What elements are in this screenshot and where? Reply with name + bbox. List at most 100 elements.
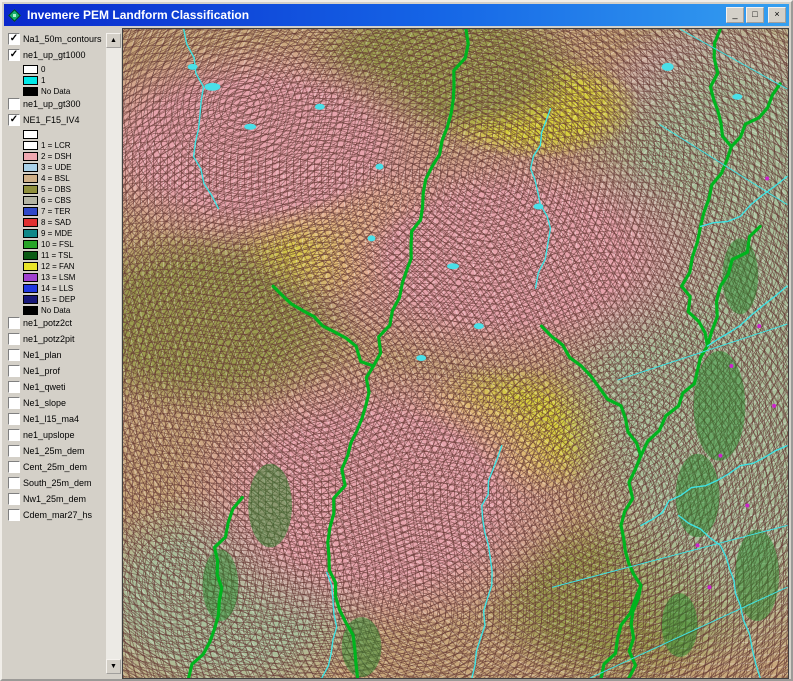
layer-checkbox[interactable]: ✓	[8, 49, 20, 61]
legend-swatch	[23, 76, 38, 85]
layer-checkbox[interactable]	[8, 333, 20, 345]
legend-swatch	[23, 207, 38, 216]
layer-item-Cdem_mar27_hs[interactable]: Cdem_mar27_hs	[8, 509, 105, 521]
legend-swatch	[23, 284, 38, 293]
legend-item: 11 = TSL	[23, 251, 105, 260]
legend-label: 1	[41, 76, 46, 85]
legend-swatch	[23, 87, 38, 96]
scroll-up-button[interactable]: ▲	[106, 33, 121, 48]
layer-checkbox[interactable]	[8, 317, 20, 329]
layer-label: ne1_up_gt1000	[23, 50, 86, 60]
layer-item-Ne1_l15_ma4[interactable]: Ne1_l15_ma4	[8, 413, 105, 425]
legend-item: 10 = FSL	[23, 240, 105, 249]
legend-swatch	[23, 306, 38, 315]
main-content: ✓ Na1_50m_contours ✓ ne1_up_gt1000 0 1 No Data…	[4, 28, 789, 679]
legend-label: 11 = TSL	[41, 251, 73, 260]
layer-checkbox[interactable]	[8, 509, 20, 521]
legend-label: 15 = DEP	[41, 295, 76, 304]
layer-item-Ne1_25m_dem[interactable]: Ne1_25m_dem	[8, 445, 105, 457]
layer-item-ne1_potz2pit[interactable]: ne1_potz2pit	[8, 333, 105, 345]
layer-checkbox[interactable]	[8, 477, 20, 489]
layer-checkbox[interactable]	[8, 461, 20, 473]
legend-label: 9 = MDE	[41, 229, 73, 238]
layer-checkbox[interactable]: ✓	[8, 114, 20, 126]
layer-label: Na1_50m_contours	[23, 34, 102, 44]
legend-swatch	[23, 218, 38, 227]
legend-label: 5 = DBS	[41, 185, 72, 194]
layers-panel: ✓ Na1_50m_contours ✓ ne1_up_gt1000 0 1 No Data…	[4, 28, 122, 679]
layer-item-ne1_upslope[interactable]: ne1_upslope	[8, 429, 105, 441]
layer-item-ne1_potz2ct[interactable]: ne1_potz2ct	[8, 317, 105, 329]
legend-swatch	[23, 130, 38, 139]
layer-label: NE1_F15_IV4	[23, 115, 80, 125]
window-title: Invemere PEM Landform Classification	[27, 8, 250, 22]
legend-item: 12 = FAN	[23, 262, 105, 271]
legend-item: 7 = TER	[23, 207, 105, 216]
layer-item-NE1_F15_IV4[interactable]: ✓ NE1_F15_IV4	[8, 114, 105, 126]
legend-label: 10 = FSL	[41, 240, 74, 249]
layer-list: ✓ Na1_50m_contours ✓ ne1_up_gt1000 0 1 No Data…	[8, 33, 105, 525]
legend-label: 12 = FAN	[41, 262, 75, 271]
app-icon[interactable]	[7, 8, 22, 23]
layer-label: Ne1_prof	[23, 366, 61, 376]
layer-item-Cent_25m_dem[interactable]: Cent_25m_dem	[8, 461, 105, 473]
layer-checkbox[interactable]	[8, 381, 20, 393]
layer-label: South_25m_dem	[23, 478, 92, 488]
legend-swatch	[23, 163, 38, 172]
layer-checkbox[interactable]	[8, 98, 20, 110]
legend-swatch	[23, 240, 38, 249]
legend-swatch	[23, 141, 38, 150]
layer-item-Na1_50m_contours[interactable]: ✓ Na1_50m_contours	[8, 33, 105, 45]
layer-item-Nw1_25m_dem[interactable]: Nw1_25m_dem	[8, 493, 105, 505]
legend-label: 3 = UDE	[41, 163, 72, 172]
layer-item-Ne1_plan[interactable]: Ne1_plan	[8, 349, 105, 361]
legend-label: 4 = BSL	[41, 174, 70, 183]
layer-checkbox[interactable]	[8, 493, 20, 505]
layer-checkbox[interactable]	[8, 413, 20, 425]
layer-checkbox[interactable]	[8, 445, 20, 457]
layer-checkbox[interactable]	[8, 365, 20, 377]
legend-label: 0	[41, 65, 46, 74]
map-canvas[interactable]	[122, 28, 789, 679]
layer-item-ne1_up_gt1000[interactable]: ✓ ne1_up_gt1000	[8, 49, 105, 61]
legend-item: 1 = LCR	[23, 141, 105, 150]
legend-label: No Data	[41, 87, 71, 96]
layer-item-ne1_up_gt300[interactable]: ne1_up_gt300	[8, 98, 105, 110]
legend-item: 5 = DBS	[23, 185, 105, 194]
layer-item-Ne1_qweti[interactable]: Ne1_qweti	[8, 381, 105, 393]
layer-item-Ne1_slope[interactable]: Ne1_slope	[8, 397, 105, 409]
legend-swatch	[23, 295, 38, 304]
maximize-button[interactable]: □	[746, 7, 764, 23]
legend-item: 6 = CBS	[23, 196, 105, 205]
layer-label: Ne1_plan	[23, 350, 62, 360]
layer-item-Ne1_prof[interactable]: Ne1_prof	[8, 365, 105, 377]
layer-label: ne1_upslope	[23, 430, 75, 440]
layer-label: Ne1_25m_dem	[23, 446, 85, 456]
close-button[interactable]: ×	[768, 7, 786, 23]
minimize-button[interactable]: _	[726, 7, 744, 23]
legend-swatch	[23, 273, 38, 282]
legend-swatch	[23, 196, 38, 205]
toc-scrollbar[interactable]: ▲ ▼	[106, 33, 121, 674]
layer-checkbox[interactable]: ✓	[8, 33, 20, 45]
layer-checkbox[interactable]	[8, 397, 20, 409]
legend-item: No Data	[23, 306, 105, 315]
layer-label: ne1_potz2pit	[23, 334, 75, 344]
legend-item: No Data	[23, 87, 105, 96]
layer-label: Ne1_slope	[23, 398, 67, 408]
layer-label: ne1_potz2ct	[23, 318, 73, 328]
layer-item-South_25m_dem[interactable]: South_25m_dem	[8, 477, 105, 489]
scrollbar-track[interactable]	[106, 48, 121, 659]
title-bar[interactable]: Invemere PEM Landform Classification _ □…	[4, 4, 789, 26]
legend-label: 8 = SAD	[41, 218, 72, 227]
layer-checkbox[interactable]	[8, 349, 20, 361]
legend-swatch	[23, 262, 38, 271]
layer-checkbox[interactable]	[8, 429, 20, 441]
layer-label: Nw1_25m_dem	[23, 494, 87, 504]
legend-swatch	[23, 251, 38, 260]
legend-item: 14 = LLS	[23, 284, 105, 293]
legend-item: 13 = LSM	[23, 273, 105, 282]
legend-item: 8 = SAD	[23, 218, 105, 227]
scroll-down-button[interactable]: ▼	[106, 659, 121, 674]
legend-label: 13 = LSM	[41, 273, 76, 282]
